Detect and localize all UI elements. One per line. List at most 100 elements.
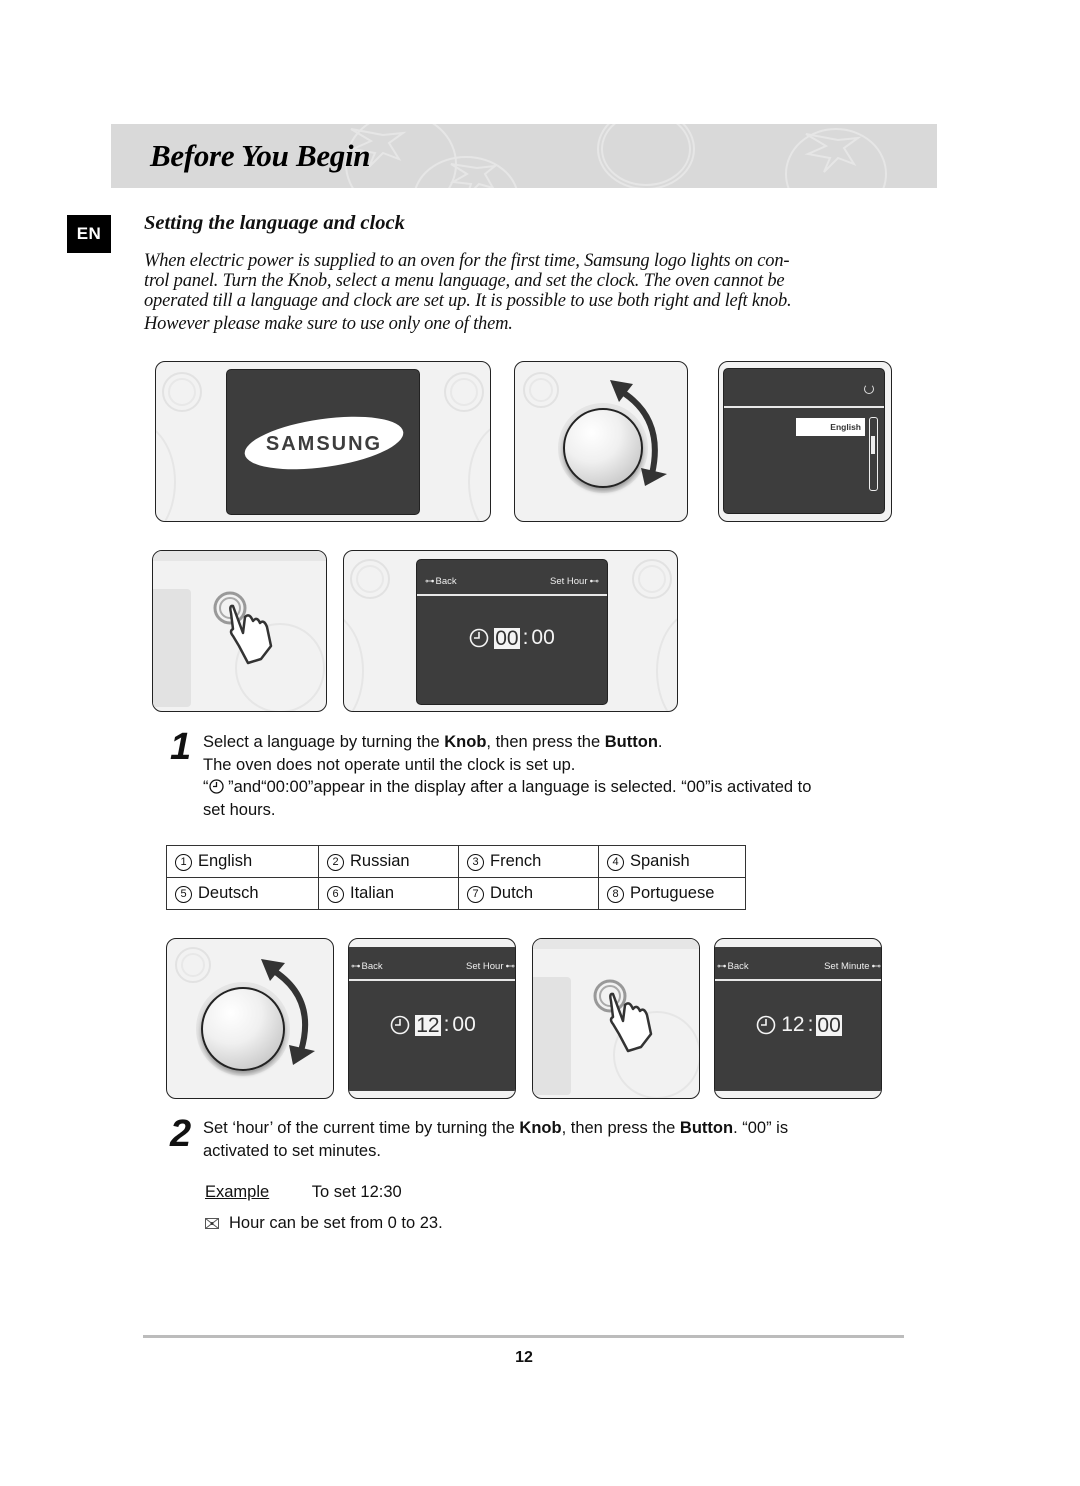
button-press-panel — [152, 550, 327, 712]
press-hand-icon — [593, 979, 653, 1053]
key-left-icon: ⊶ — [351, 961, 361, 972]
key-right-icon: ⊷ — [505, 961, 516, 972]
set-hour-option[interactable]: Set Hour ⊷ — [550, 576, 599, 587]
key-left-icon: ⊶ — [425, 576, 435, 587]
clock-hours[interactable]: 12 — [415, 1014, 441, 1036]
button-ring-decoration — [350, 559, 390, 599]
screen-header: ⊶ Back Set Hour ⊷ — [349, 947, 515, 981]
back-label: Back — [361, 961, 383, 972]
example-label: Example — [205, 1183, 270, 1201]
step-1-line: Select a language by turning the Knob, t… — [203, 733, 663, 751]
note-row: Hour can be set from 0 to 23. — [205, 1212, 443, 1235]
clock-display-panel: ⊶ Back Set Hour ⊷ 12:00 — [348, 938, 516, 1099]
clock-minutes[interactable]: 00 — [816, 1014, 842, 1036]
language-option-selected[interactable]: English — [796, 418, 865, 436]
step-1-line: set hours. — [203, 800, 276, 819]
back-option[interactable]: ⊶ Back — [717, 961, 749, 972]
step-1-line: “ ”and“00:00”appear in the display after… — [203, 778, 812, 796]
knob-term: Knob — [519, 1119, 562, 1137]
display-screen: English — [723, 368, 885, 514]
button-ring-decoration — [632, 559, 672, 599]
set-hour-label: Set Hour — [466, 961, 504, 972]
button-ring-decoration — [162, 372, 202, 412]
footer-divider — [143, 1335, 904, 1338]
knob-turn-panel — [514, 361, 688, 522]
page-title: Before You Begin — [150, 138, 371, 173]
rotate-arrows-icon — [261, 959, 315, 1065]
page-number: 12 — [515, 1349, 533, 1366]
back-option[interactable]: ⊶ Back — [351, 961, 383, 972]
table-row: 5 Deutsch 6 Italian 7 Dutch 8 Portuguese — [166, 877, 746, 910]
header-divider — [724, 406, 884, 408]
intro-line: operated till a language and clock are s… — [144, 291, 792, 311]
back-option[interactable]: ⊶ Back — [425, 576, 457, 587]
knob-arc-decoration — [468, 422, 490, 521]
language-cell: 4 Spanish — [598, 845, 746, 878]
language-cell: 3 French — [458, 845, 599, 878]
button-term: Button — [679, 1119, 734, 1137]
logo-display-panel: SAMSUNG — [155, 361, 491, 522]
clock-colon: : — [807, 1013, 814, 1036]
back-label: Back — [727, 961, 749, 972]
key-left-icon: ⊶ — [717, 961, 727, 972]
language-cell: 1 English — [166, 845, 319, 878]
section-title: Setting the language and clock — [144, 212, 405, 234]
step-1-text: Select a language by turning the Knob, t… — [203, 731, 893, 821]
clock-hours[interactable]: 12 — [781, 1013, 804, 1037]
language-menu-panel: English — [718, 361, 892, 522]
clock-display-panel: ⊶ Back Set Hour ⊷ 00:00 — [343, 550, 678, 712]
button-press-panel — [532, 938, 700, 1099]
refresh-icon — [864, 384, 874, 394]
language-cell: 7 Dutch — [458, 877, 599, 910]
clock-readout: 12:00 — [349, 1013, 515, 1037]
screen-header: ⊶ Back Set Hour ⊷ — [417, 560, 607, 596]
samsung-logo: SAMSUNG — [244, 416, 404, 470]
clock-icon — [469, 628, 489, 648]
button-ring-decoration — [444, 372, 484, 412]
display-screen: SAMSUNG — [226, 369, 420, 515]
display-screen: ⊶ Back Set Minute ⊷ 12:00 — [715, 947, 881, 1091]
back-label: Back — [435, 576, 457, 587]
knob-turn-panel — [166, 938, 334, 1099]
clock-icon — [390, 1015, 410, 1035]
step-2-line: Set ‘hour’ of the current time by turnin… — [203, 1119, 789, 1137]
table-row: 1 English 2 Russian 3 French 4 Spanish — [166, 845, 746, 878]
example-text: To set 12:30 — [311, 1183, 402, 1201]
scrollbar-thumb[interactable] — [871, 436, 875, 454]
note-icon — [205, 1217, 219, 1229]
clock-colon: : — [443, 1013, 450, 1036]
step-1-line: The oven does not operate until the cloc… — [203, 755, 576, 774]
intro-line: However please make sure to use only one… — [144, 314, 513, 334]
display-screen: ⊶ Back Set Hour ⊷ 00:00 — [416, 559, 608, 705]
language-cell: 8 Portuguese — [598, 877, 746, 910]
step-number: 1 — [170, 726, 192, 768]
language-cell: 6 Italian — [318, 877, 459, 910]
scrollbar[interactable] — [869, 417, 878, 491]
step-2-line: activated to set minutes. — [203, 1141, 381, 1160]
header-banner: Before You Begin — [111, 124, 937, 188]
knob-arc-decoration — [656, 611, 677, 711]
set-minute-option[interactable]: Set Minute ⊷ — [824, 961, 881, 972]
set-hour-option[interactable]: Set Hour ⊷ — [466, 961, 515, 972]
clock-hours[interactable]: 00 — [494, 627, 520, 649]
display-screen: ⊶ Back Set Hour ⊷ 12:00 — [349, 947, 515, 1091]
clock-colon: : — [522, 626, 529, 649]
clock-icon — [208, 779, 224, 794]
clock-readout: 12:00 — [715, 1013, 881, 1037]
example-row: Example To set 12:30 — [205, 1181, 402, 1204]
rotate-arrows-icon — [610, 380, 667, 486]
intro-paragraph: When electric power is supplied to an ov… — [144, 251, 889, 334]
intro-line: When electric power is supplied to an ov… — [144, 251, 790, 271]
intro-line: trol panel. Turn the Knob, select a menu… — [144, 271, 785, 291]
press-hand-icon — [213, 591, 273, 665]
note-text: Hour can be set from 0 to 23. — [229, 1214, 443, 1232]
knob-arc-decoration — [344, 611, 364, 711]
step-2-text: Set ‘hour’ of the current time by turnin… — [203, 1117, 893, 1162]
clock-icon — [756, 1015, 776, 1035]
clock-minutes[interactable]: 00 — [452, 1013, 475, 1037]
clock-minutes[interactable]: 00 — [531, 626, 554, 650]
language-cell: 5 Deutsch — [166, 877, 319, 910]
language-badge: EN — [67, 215, 111, 253]
set-hour-label: Set Hour — [550, 576, 588, 587]
knob-arc-decoration — [156, 422, 176, 521]
